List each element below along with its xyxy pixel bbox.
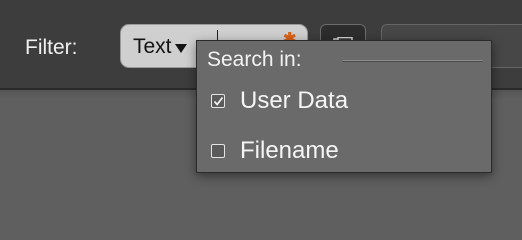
menu-item-label: Filename bbox=[240, 137, 339, 164]
scope-popup-label: Text bbox=[133, 35, 172, 58]
scope-popup-button[interactable]: Text bbox=[133, 33, 187, 61]
menu-item-label: User Data bbox=[240, 87, 349, 114]
menu-title-divider bbox=[343, 60, 483, 62]
checkmark-icon bbox=[213, 96, 224, 106]
menu-item-filename[interactable]: Filename bbox=[211, 136, 339, 166]
menu-title: Search in: bbox=[207, 48, 302, 71]
filter-label: Filter: bbox=[25, 36, 78, 59]
user-data-checkbox[interactable] bbox=[211, 94, 225, 108]
chevron-down-icon bbox=[174, 44, 187, 53]
search-in-menu: Search in: User Data Filename bbox=[196, 40, 492, 173]
filename-checkbox[interactable] bbox=[211, 144, 225, 158]
menu-item-user-data[interactable]: User Data bbox=[211, 86, 348, 116]
